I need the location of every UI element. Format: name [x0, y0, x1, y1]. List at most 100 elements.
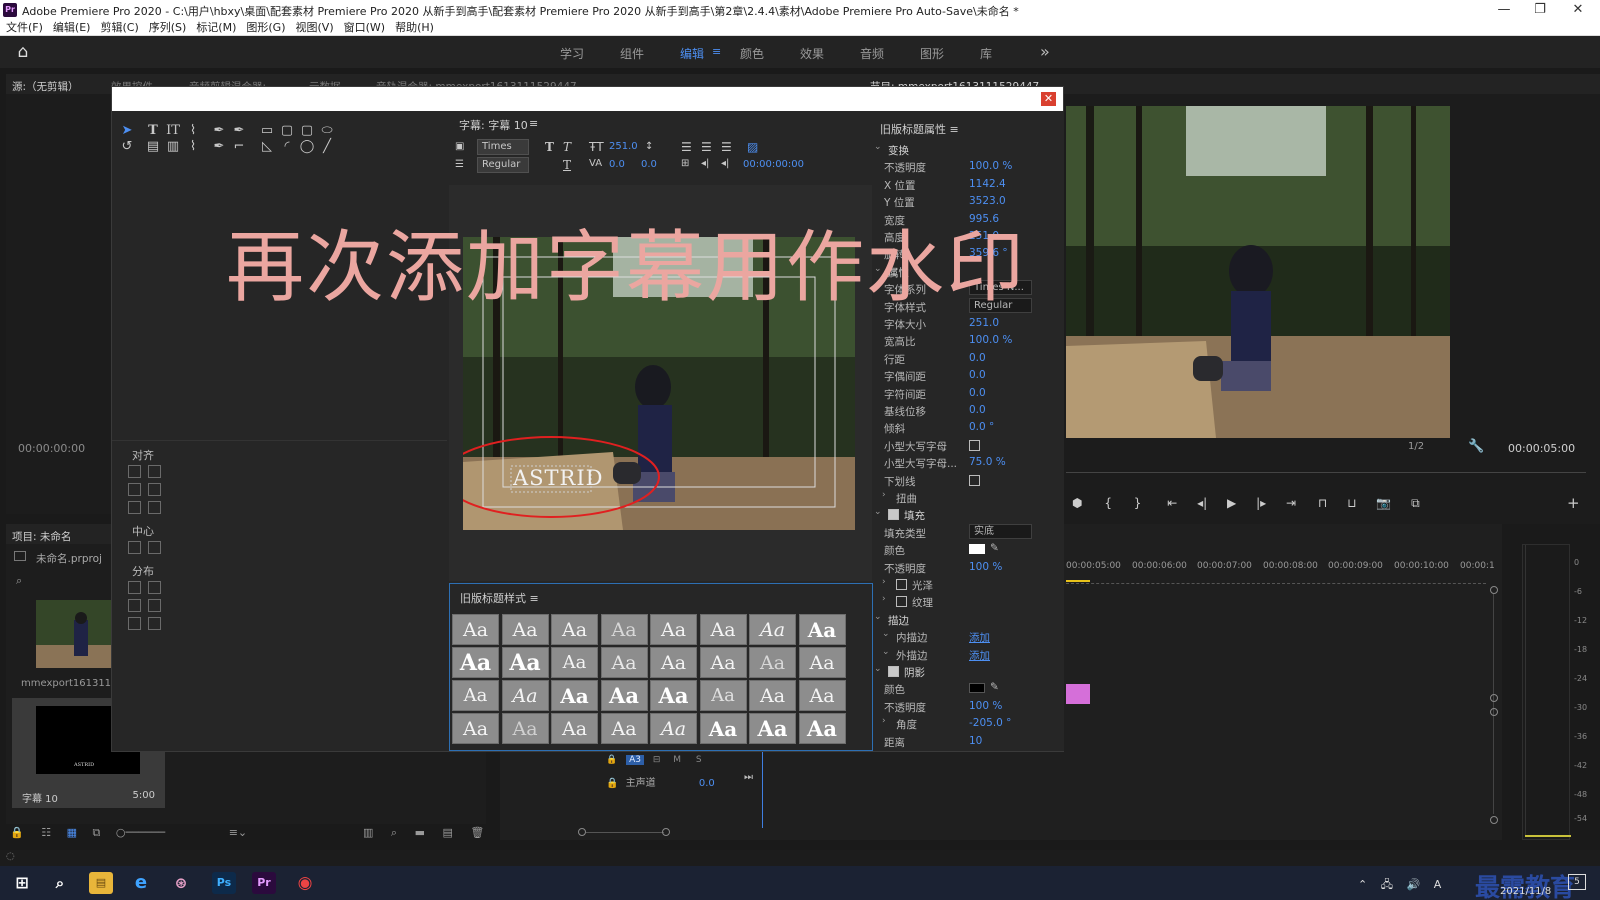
- section-shadow[interactable]: ⌄ 阴影: [874, 663, 1064, 680]
- tray-chevron-icon[interactable]: ⌃: [1358, 878, 1367, 891]
- style-swatch[interactable]: Aa: [749, 680, 796, 711]
- style-swatch[interactable]: Aa: [749, 647, 796, 678]
- shadow-distance-row[interactable]: 距离 10: [874, 733, 1064, 750]
- notification-badge[interactable]: 5: [1568, 874, 1586, 890]
- pen-tool-icon[interactable]: ✒: [210, 123, 228, 139]
- mark-in-icon[interactable]: {: [1104, 496, 1112, 510]
- delete-anchor-tool-icon[interactable]: ✒: [230, 123, 248, 139]
- shadow-color-row[interactable]: 颜色 ✎: [874, 680, 1064, 697]
- maximize-button[interactable]: ❐: [1520, 0, 1560, 20]
- inner-stroke-row[interactable]: ⌄ 内描边 添加: [874, 628, 1064, 645]
- clip-name-1[interactable]: mmexport16131115294: [21, 678, 113, 689]
- attribute-row[interactable]: 下划线: [874, 472, 1064, 489]
- step-forward-icon[interactable]: |▸: [1256, 496, 1266, 510]
- line-tool-icon[interactable]: ╱: [318, 139, 336, 155]
- search-icon[interactable]: ⌕: [16, 574, 22, 588]
- track-output-icon[interactable]: ⊟: [653, 755, 661, 765]
- style-swatch[interactable]: Aa: [798, 647, 846, 678]
- ellipse-tool-icon[interactable]: ⬭: [318, 123, 336, 139]
- menu-window[interactable]: 窗口(W): [339, 20, 390, 35]
- transform-row[interactable]: 不透明度 100.0 %: [874, 158, 1064, 175]
- ime-indicator[interactable]: A: [1434, 878, 1442, 891]
- add-marker-icon[interactable]: ⬢: [1072, 496, 1082, 510]
- align-right-text-icon[interactable]: ☰: [721, 140, 732, 154]
- transform-row[interactable]: X 位置 1142.4: [874, 176, 1064, 193]
- canvas-timecode[interactable]: 00:00:00:00: [743, 159, 804, 170]
- mark-out-icon[interactable]: }: [1134, 496, 1142, 510]
- master-volume[interactable]: 0.0: [699, 778, 715, 789]
- tab-icon[interactable]: ◂|: [721, 158, 729, 169]
- style-swatch[interactable]: Aa: [551, 680, 598, 711]
- new-bin-icon[interactable]: ▬: [415, 826, 425, 839]
- source-timecode[interactable]: 00:00:00:00: [18, 442, 85, 455]
- workspace-menu-icon[interactable]: ≡: [712, 45, 721, 58]
- section-fill[interactable]: ⌄ 填充: [874, 506, 1064, 523]
- taskbar-date[interactable]: 2021/11/8: [1500, 886, 1551, 897]
- track-lock-icon[interactable]: 🔒: [606, 755, 617, 765]
- timeline-vertical-scroll[interactable]: [1490, 586, 1498, 824]
- title-clip[interactable]: [1066, 684, 1090, 704]
- distribute-right-icon[interactable]: [128, 617, 141, 630]
- close-window-button[interactable]: ✕: [1558, 0, 1598, 20]
- timeline-ruler[interactable]: [1066, 578, 1486, 584]
- workspace-tab-audio[interactable]: 音频: [860, 45, 884, 62]
- roll-crawl-icon[interactable]: ☰: [455, 159, 464, 170]
- master-end-icon[interactable]: ⏭: [744, 772, 753, 783]
- attribute-row[interactable]: 小型大写字母: [874, 437, 1064, 454]
- menu-sequence[interactable]: 序列(S): [144, 20, 192, 35]
- caption-text-object[interactable]: ASTRID: [513, 466, 604, 490]
- underline-icon[interactable]: T: [563, 158, 571, 172]
- style-swatch[interactable]: Aa: [452, 680, 499, 711]
- lift-icon[interactable]: ⊓: [1318, 496, 1327, 510]
- distribute-left-icon[interactable]: [128, 581, 141, 594]
- center-horizontal-icon[interactable]: [128, 541, 141, 554]
- workspace-tab-effects[interactable]: 效果: [800, 45, 824, 62]
- italic-icon[interactable]: T: [563, 140, 571, 154]
- style-swatch[interactable]: Aa: [699, 713, 747, 744]
- volume-icon[interactable]: 🔊: [1406, 878, 1420, 891]
- go-to-out-icon[interactable]: ⇥: [1286, 496, 1296, 510]
- attribute-row[interactable]: › 扭曲: [874, 489, 1064, 506]
- align-v-center-icon[interactable]: [148, 483, 161, 496]
- workspace-tab-graphics[interactable]: 图形: [920, 45, 944, 62]
- section-transform[interactable]: ⌄ 变换: [874, 141, 1064, 158]
- style-swatch[interactable]: Aa: [699, 680, 747, 711]
- style-swatch[interactable]: Aa: [551, 713, 598, 744]
- selection-tool-icon[interactable]: ➤: [118, 123, 136, 139]
- mute-button[interactable]: M: [673, 755, 681, 765]
- new-title-icon[interactable]: ▣: [455, 141, 464, 152]
- vertical-path-type-tool-icon[interactable]: ⌇: [184, 139, 202, 155]
- rectangle-tool-icon[interactable]: ▭: [258, 123, 276, 139]
- style-swatch[interactable]: Aa: [798, 713, 846, 744]
- vertical-area-type-tool-icon[interactable]: ▥: [164, 139, 182, 155]
- align-center-text-icon[interactable]: ☰: [701, 140, 712, 154]
- app-icon[interactable]: ⊛: [169, 872, 193, 894]
- style-swatch[interactable]: Aa: [798, 680, 846, 711]
- type-tool-icon[interactable]: T: [144, 123, 162, 139]
- master-lock-icon[interactable]: 🔒: [606, 778, 618, 789]
- align-h-center-icon[interactable]: [128, 483, 141, 496]
- minimize-button[interactable]: —: [1484, 0, 1524, 20]
- ellipse-tool-icon-2[interactable]: ◯: [298, 139, 316, 155]
- rounded-rectangle-tool-icon[interactable]: ▢: [278, 123, 296, 139]
- clipped-corner-tool-icon[interactable]: ▢: [298, 123, 316, 139]
- style-swatch[interactable]: Aa: [699, 647, 747, 678]
- distribute-center-icon[interactable]: [128, 599, 141, 612]
- wedge-tool-icon[interactable]: ◺: [258, 139, 276, 155]
- canvas-menu-icon[interactable]: ≡: [529, 117, 538, 130]
- program-timecode[interactable]: 00:00:05:00: [1508, 442, 1575, 455]
- freeform-view-icon[interactable]: ⧉: [92, 826, 100, 839]
- premiere-taskbar-icon[interactable]: Pr: [252, 872, 276, 894]
- path-type-tool-icon[interactable]: ⌇: [184, 123, 202, 139]
- delete-icon[interactable]: 🗑: [470, 826, 484, 839]
- workspace-tab-learn[interactable]: 学习: [560, 45, 584, 62]
- texture-row[interactable]: › 纹理: [874, 593, 1064, 610]
- track-a3-label[interactable]: A3: [626, 755, 644, 765]
- font-family-select[interactable]: Times ...: [477, 139, 529, 163]
- workspace-tab-libraries[interactable]: 库: [980, 45, 992, 62]
- style-swatch[interactable]: Aa: [600, 647, 648, 678]
- shadow-angle-row[interactable]: › 角度 -205.0 °: [874, 715, 1064, 732]
- add-button-icon[interactable]: +: [1567, 494, 1580, 512]
- attribute-row[interactable]: 字符间距 0.0: [874, 385, 1064, 402]
- bold-icon[interactable]: T: [545, 140, 554, 154]
